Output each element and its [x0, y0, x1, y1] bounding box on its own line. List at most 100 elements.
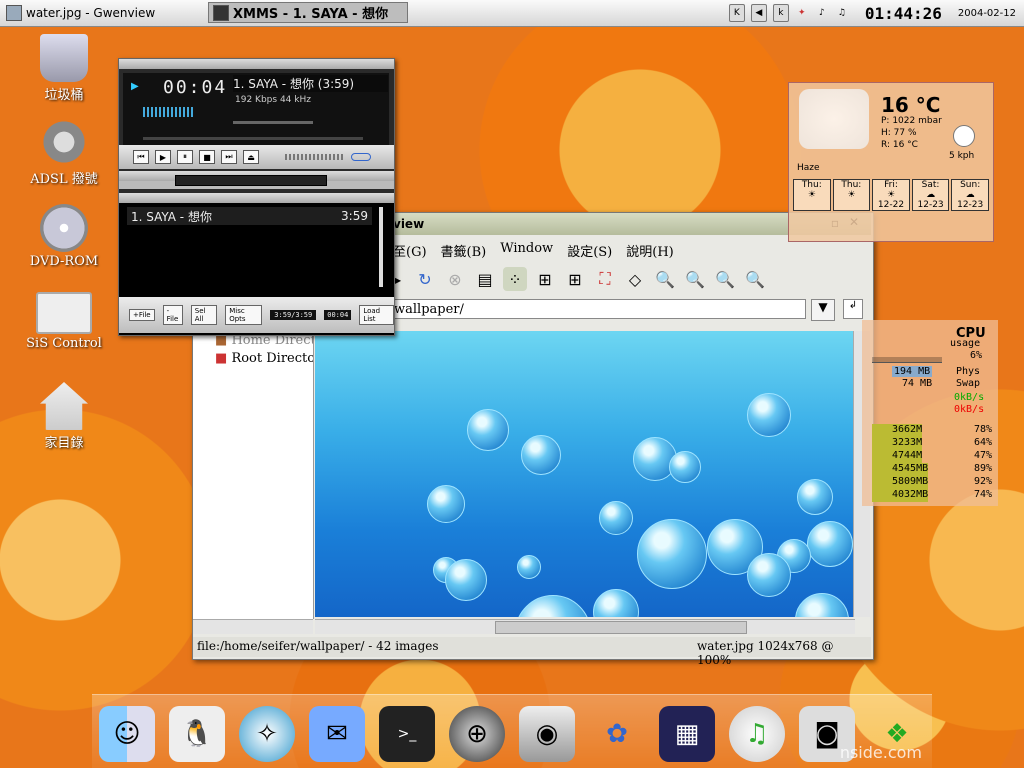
weather-temp: 16 °C: [881, 93, 941, 117]
desktop-icon-home[interactable]: 家目錄: [14, 382, 114, 451]
menu-window[interactable]: Window: [500, 241, 553, 261]
desktop-icon-adsl[interactable]: ADSL 撥號: [14, 118, 114, 187]
fullscreen-icon[interactable]: ⛶: [593, 267, 617, 291]
playlist-titlebar[interactable]: [119, 193, 394, 203]
stop-icon[interactable]: ■: [199, 150, 215, 164]
eject-icon[interactable]: ⏏: [243, 150, 259, 164]
forecast-day-label: Thu:: [801, 180, 822, 190]
thumbnails-icon[interactable]: ⁘: [503, 267, 527, 291]
spectrum-visualizer: [143, 107, 193, 117]
desktop-icon-trash[interactable]: 垃圾桶: [14, 34, 114, 103]
forecast-day: Thu: ☀: [832, 179, 871, 211]
xmms-titlebar[interactable]: [119, 59, 394, 69]
playlist-scrollbar[interactable]: [379, 207, 383, 287]
task-xmms[interactable]: XMMS - 1. SAYA - 想你: [208, 2, 408, 23]
tree-item-root[interactable]: ■ Root Director: [193, 351, 313, 369]
position-slider[interactable]: [143, 137, 363, 140]
url-dropdown-icon[interactable]: ▼: [811, 299, 835, 321]
disk-pct: 78%: [973, 424, 992, 435]
zoom-out-icon[interactable]: 🔍: [713, 267, 737, 291]
menu-go[interactable]: 至(G): [393, 241, 427, 261]
volume-icon[interactable]: ◀: [750, 4, 767, 22]
seek-bar[interactable]: [175, 175, 327, 186]
safari-icon[interactable]: ✧: [239, 706, 295, 762]
xmms-track-title: 1. SAYA - 想你 (3:59): [233, 75, 388, 92]
toolbar: ▶ ↻ ⊗ ▤ ⁘ ⊞ ⊞ ⛶ ◇ 🔍 🔍 🔍 🔍: [383, 265, 767, 293]
itunes-icon[interactable]: ♫: [729, 706, 785, 762]
desktop-icon-dvd[interactable]: DVD-ROM: [14, 204, 114, 269]
next-icon[interactable]: ⏭: [221, 150, 237, 164]
go-icon[interactable]: ↲: [843, 299, 863, 319]
finder-icon[interactable]: ☺: [99, 706, 155, 762]
menu-bookmarks[interactable]: 書籤(B): [441, 241, 487, 261]
msn-icon[interactable]: ✿: [589, 706, 645, 762]
cpu-usage-label: usage: [950, 338, 981, 349]
desktop-icon-sis[interactable]: SiS Control: [14, 292, 114, 351]
grid-icon[interactable]: ⊞: [563, 267, 587, 291]
net-in: 0kB/s: [954, 392, 985, 403]
playlist-row[interactable]: 1. SAYA - 想你 3:59: [127, 207, 372, 225]
disk-size: 4545MB: [872, 463, 929, 476]
disk-pct: 47%: [973, 450, 992, 461]
play-icon[interactable]: ▶: [155, 150, 171, 164]
music-icon[interactable]: ♪: [815, 5, 829, 21]
clapper-icon[interactable]: ▦: [659, 706, 715, 762]
zoom-reset-icon[interactable]: 🔍: [743, 267, 767, 291]
status-right: water.jpg 1024x768 @ 100%: [697, 639, 834, 667]
phys-value: 194 MB: [892, 366, 933, 377]
pause-icon[interactable]: ⏸: [177, 150, 193, 164]
music-note-icon[interactable]: ♫: [835, 5, 849, 21]
menu-help[interactable]: 說明(H): [626, 241, 673, 261]
system-tray: K ◀ k ✦ ♪ ♫ 01:44:26 2004-02-12: [728, 0, 1024, 26]
horizontal-scrollbar[interactable]: [315, 619, 855, 634]
slideshow-icon[interactable]: ◇: [623, 267, 647, 291]
xmms-time: 00:04: [163, 77, 228, 98]
misc-options-button[interactable]: Misc Opts: [225, 305, 263, 325]
url-field[interactable]: wallpaper/: [391, 299, 806, 319]
tux-icon[interactable]: 🐧: [169, 706, 225, 762]
disk-row: 4744M 47%: [872, 450, 992, 463]
menu-settings[interactable]: 設定(S): [567, 241, 612, 261]
select-all-button[interactable]: Sel All: [190, 305, 218, 325]
mail-icon[interactable]: ✉: [309, 706, 365, 762]
harddisk-icon[interactable]: ◉: [519, 706, 575, 762]
disk-row: 3662M 78%: [872, 424, 992, 437]
weather-condition: Haze: [797, 163, 820, 173]
image-view[interactable]: [315, 331, 855, 617]
zoom-in-icon[interactable]: 🔍: [683, 267, 707, 291]
large-thumbs-icon[interactable]: ⊞: [533, 267, 557, 291]
tree-item-label: Root Director: [231, 351, 313, 366]
root-folder-icon: ■: [215, 351, 228, 366]
stop-icon[interactable]: ⊗: [443, 267, 467, 291]
tree-horizontal-scrollbar[interactable]: [193, 619, 313, 634]
seek-bar-area: [119, 171, 394, 189]
reload-icon[interactable]: ↻: [413, 267, 437, 291]
desktop-icon-label: ADSL 撥號: [30, 172, 98, 187]
dock: ☺ 🐧 ✧ ✉ >_ ⊕ ◉ ✿ ▦ ♫ ◙ ❖ nside.com: [92, 694, 932, 768]
zoom-icon[interactable]: 🔍: [653, 267, 677, 291]
add-file-button[interactable]: +File: [129, 309, 155, 321]
kasbar-icon[interactable]: k: [772, 4, 789, 22]
msn-tray-icon[interactable]: ✦: [795, 5, 809, 21]
globe-icon[interactable]: ⊕: [449, 706, 505, 762]
desktop-icon-label: 垃圾桶: [44, 88, 84, 103]
cpu-graph: [872, 346, 942, 363]
repeat-toggle[interactable]: [351, 153, 371, 161]
sun-icon: ☀: [847, 190, 856, 200]
forecast-day: Sat: ☁ 12-23: [911, 179, 950, 211]
volume-slider[interactable]: [233, 121, 313, 124]
scrollbar-thumb[interactable]: [495, 621, 747, 634]
terminal-icon[interactable]: >_: [379, 706, 435, 762]
weather-details: P: 1022 mbar H: 77 % R: 16 °C: [881, 115, 942, 151]
load-list-button[interactable]: Load List: [359, 305, 394, 325]
weather-widget: 16 °C P: 1022 mbar H: 77 % R: 16 °C 5 kp…: [788, 82, 994, 242]
playlist-position: 3:59/3:59: [270, 310, 317, 320]
remove-file-button[interactable]: -File: [162, 305, 183, 325]
task-gwenview[interactable]: water.jpg - Gwenview: [2, 2, 202, 23]
prev-icon[interactable]: ⏮: [133, 150, 149, 164]
kde-icon[interactable]: K: [728, 4, 745, 22]
file-list-icon[interactable]: ▤: [473, 267, 497, 291]
url-text: wallpaper/: [394, 302, 464, 317]
balance-slider[interactable]: [285, 154, 345, 160]
clock[interactable]: 01:44:26: [865, 4, 942, 23]
